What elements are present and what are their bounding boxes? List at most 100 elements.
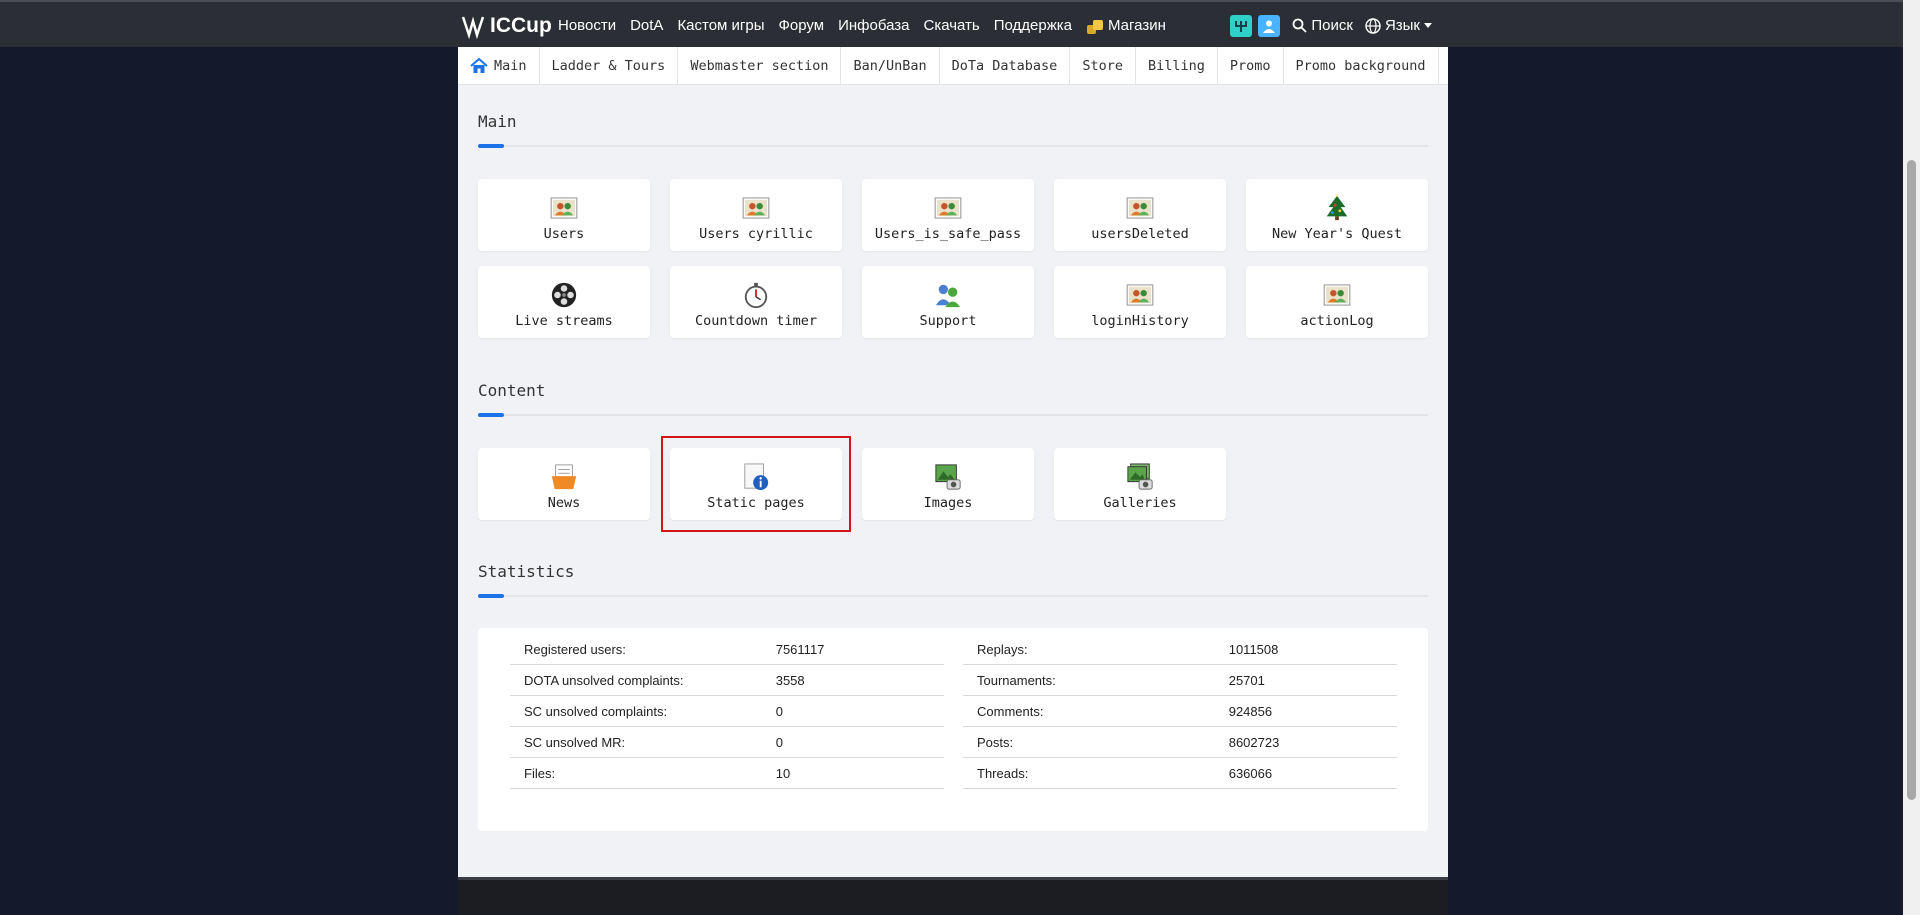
section-title-content: Content bbox=[478, 381, 546, 400]
nav-dota[interactable]: DotA bbox=[630, 17, 663, 34]
news-folder-icon bbox=[549, 462, 579, 492]
card-galleries[interactable]: Galleries bbox=[1054, 448, 1226, 520]
tab-ladder-tours[interactable]: Ladder & Tours bbox=[540, 47, 679, 84]
search-button[interactable]: Поиск bbox=[1292, 17, 1353, 34]
nav-download[interactable]: Скачать bbox=[923, 17, 979, 34]
card-images[interactable]: Images bbox=[862, 448, 1034, 520]
card-label: loginHistory bbox=[1091, 313, 1189, 329]
nav-shop-label: Магазин bbox=[1108, 17, 1166, 34]
globe-icon bbox=[1365, 17, 1381, 34]
stat-value: 3558 bbox=[761, 664, 944, 696]
users-icon bbox=[1125, 280, 1155, 310]
tab-main[interactable]: Main bbox=[458, 47, 540, 84]
film-reel-icon bbox=[549, 280, 579, 310]
user-account-button[interactable] bbox=[1258, 14, 1281, 37]
tab-ban-unban[interactable]: Ban/UnBan bbox=[841, 47, 940, 84]
statistics-table-right: Replays: 1011508 Tournaments: 25701 Comments… bbox=[963, 634, 1397, 789]
admin-tabs: Main Ladder & Tours Webmaster section Ba… bbox=[458, 47, 1448, 85]
card-countdown-timer[interactable]: Countdown timer bbox=[670, 266, 842, 338]
card-label: Galleries bbox=[1103, 495, 1177, 511]
card-label: Users bbox=[543, 226, 585, 242]
section-title-statistics: Statistics bbox=[478, 562, 575, 581]
card-label: Users cyrillic bbox=[699, 226, 813, 242]
search-icon bbox=[1292, 18, 1307, 33]
home-icon bbox=[470, 57, 488, 73]
stat-value: 10 bbox=[761, 757, 944, 789]
language-dropdown[interactable]: Язык bbox=[1365, 17, 1432, 34]
tab-store[interactable]: Store bbox=[1070, 47, 1136, 84]
card-label: Images bbox=[923, 495, 973, 511]
stat-label: Comments: bbox=[963, 695, 1215, 727]
selection-highlight bbox=[661, 436, 851, 532]
top-navigation-bar: ICCup Новости DotA Кастом игры Форум Инф… bbox=[0, 0, 1920, 47]
vertical-scrollbar[interactable] bbox=[1903, 0, 1920, 915]
admin-panel: Main Ladder & Tours Webmaster section Ba… bbox=[458, 47, 1448, 877]
stat-value: 25701 bbox=[1214, 664, 1397, 696]
nav-support[interactable]: Поддержка bbox=[994, 17, 1072, 34]
stat-label: Files: bbox=[510, 757, 762, 789]
christmas-tree-icon bbox=[1322, 193, 1352, 223]
section-divider bbox=[478, 594, 1428, 598]
site-logo-text: ICCup bbox=[490, 14, 552, 37]
tab-billing[interactable]: Billing bbox=[1136, 47, 1218, 84]
stat-value: 1011508 bbox=[1214, 634, 1397, 665]
stat-row: Tournaments: 25701 bbox=[963, 664, 1397, 696]
card-label: actionLog bbox=[1300, 313, 1374, 329]
nav-infobase[interactable]: Инфобаза bbox=[838, 17, 909, 34]
nav-news[interactable]: Новости bbox=[558, 17, 616, 34]
tab-webmaster-section[interactable]: Webmaster section bbox=[678, 47, 842, 84]
scrollbar-thumb[interactable] bbox=[1907, 160, 1916, 800]
tab-dota-database[interactable]: DoTa Database bbox=[940, 47, 1071, 84]
section-divider bbox=[478, 413, 1428, 417]
stat-row: Files: 10 bbox=[510, 757, 944, 789]
logo-icon bbox=[461, 16, 485, 39]
stat-label: Replays: bbox=[963, 634, 1215, 665]
card-actionlog[interactable]: actionLog bbox=[1246, 266, 1428, 338]
stat-row: Posts: 8602723 bbox=[963, 726, 1397, 758]
stat-label: Threads: bbox=[963, 757, 1215, 789]
stat-value: 8602723 bbox=[1214, 726, 1397, 758]
users-icon bbox=[1322, 280, 1352, 310]
section-main: Main bbox=[478, 112, 1428, 148]
stat-row: Comments: 924856 bbox=[963, 695, 1397, 727]
stat-row: DOTA unsolved complaints: 3558 bbox=[510, 664, 944, 696]
stat-label: SC unsolved complaints: bbox=[510, 695, 762, 727]
coins-icon bbox=[1087, 19, 1103, 34]
card-news[interactable]: News bbox=[478, 448, 650, 520]
card-label: Users_is_safe_pass bbox=[874, 226, 1022, 242]
card-users-is-safe-pass[interactable]: Users_is_safe_pass bbox=[862, 179, 1034, 251]
card-live-streams[interactable]: Live streams bbox=[478, 266, 650, 338]
card-users-cyrillic[interactable]: Users cyrillic bbox=[670, 179, 842, 251]
nav-custom-games[interactable]: Кастом игры bbox=[677, 17, 764, 34]
gallery-icon bbox=[1125, 462, 1155, 492]
statistics-table-left: Registered users: 7561117 DOTA unsolved co… bbox=[510, 634, 944, 789]
tab-main-label: Main bbox=[494, 57, 527, 74]
stat-value: 636066 bbox=[1214, 757, 1397, 789]
card-usersdeleted[interactable]: usersDeleted bbox=[1054, 179, 1226, 251]
users-icon bbox=[933, 193, 963, 223]
main-menu: Новости DotA Кастом игры Форум Инфобаза … bbox=[558, 2, 1180, 49]
stat-row: SC unsolved complaints: 0 bbox=[510, 695, 944, 727]
chevron-down-icon bbox=[1424, 23, 1432, 28]
nav-forum[interactable]: Форум bbox=[779, 17, 825, 34]
card-loginhistory[interactable]: loginHistory bbox=[1054, 266, 1226, 338]
user-icon bbox=[1263, 20, 1276, 33]
card-new-year-s-quest[interactable]: New Year's Quest bbox=[1246, 179, 1428, 251]
trident-icon bbox=[1235, 20, 1248, 32]
stat-row: SC unsolved MR: 0 bbox=[510, 726, 944, 758]
users-icon bbox=[549, 193, 579, 223]
page-footer bbox=[458, 877, 1448, 915]
card-label: Support bbox=[919, 313, 977, 329]
nav-shop[interactable]: Магазин bbox=[1086, 17, 1166, 35]
stat-label: Posts: bbox=[963, 726, 1215, 758]
profile-teal-button[interactable] bbox=[1230, 14, 1253, 37]
stat-value: 0 bbox=[761, 695, 944, 727]
stat-value: 924856 bbox=[1214, 695, 1397, 727]
card-support[interactable]: Support bbox=[862, 266, 1034, 338]
card-label: News bbox=[547, 495, 581, 511]
card-label: usersDeleted bbox=[1091, 226, 1189, 242]
tab-promo[interactable]: Promo bbox=[1218, 47, 1284, 84]
site-logo[interactable]: ICCup bbox=[460, 12, 552, 40]
card-users[interactable]: Users bbox=[478, 179, 650, 251]
tab-promo-background[interactable]: Promo background bbox=[1284, 47, 1439, 84]
